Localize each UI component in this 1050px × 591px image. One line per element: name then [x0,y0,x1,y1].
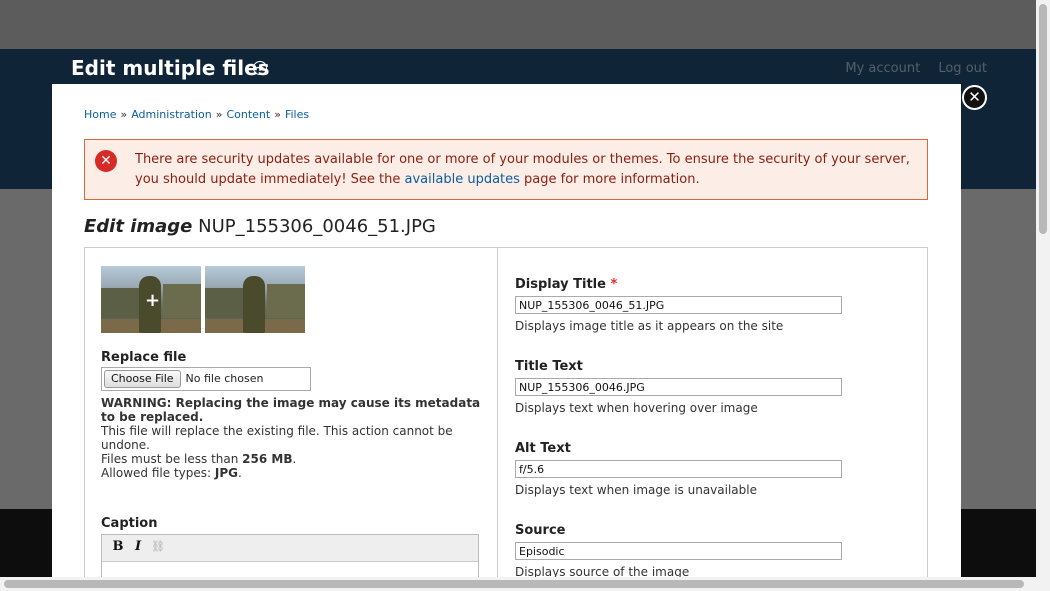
close-icon[interactable]: ✕ [962,85,987,110]
column-divider [497,248,498,577]
log-out-link[interactable]: Log out [938,61,987,76]
file-types-value: JPG [214,466,238,480]
user-links: My account Log out [831,61,987,76]
file-size-limit: 256 MB [242,452,293,466]
replace-file-input[interactable]: Choose File No file chosen [101,367,311,391]
replace-file-help: WARNING: Replacing the image may cause i… [101,396,481,480]
crosshair-icon: + [145,290,161,311]
page-title-file: NUP_155306_0046_51.JPG [198,216,436,237]
error-icon: ✕ [95,150,117,172]
title-text-input[interactable] [515,378,842,396]
source-description: Displays source of the image [515,565,690,577]
display-title-input[interactable] [515,296,842,314]
image-thumbnail-preview[interactable] [205,266,305,333]
add-shortcut-icon[interactable]: + [253,61,267,75]
breadcrumb: Home» Administration» Content» Files [84,108,310,121]
required-marker: * [610,277,618,292]
file-types-prefix: Allowed file types: [101,466,215,480]
link-icon[interactable]: ⛓ [148,540,168,553]
italic-icon[interactable]: I [128,539,148,554]
source-input[interactable] [515,542,842,560]
breadcrumb-home[interactable]: Home [84,108,116,121]
title-text-label: Title Text [515,359,583,374]
available-updates-link[interactable]: available updates [405,172,520,187]
file-size-prefix: Files must be less than [101,452,243,466]
edit-dialog: Home» Administration» Content» Files ✕ Ther… [52,84,961,577]
vertical-scrollbar[interactable] [1036,0,1050,577]
caption-label: Caption [101,516,158,531]
security-alert: ✕ There are security updates available f… [84,139,928,200]
alt-text-description: Displays text when image is unavailable [515,483,757,497]
image-thumbnail-original[interactable]: + [101,266,201,333]
alt-text-label: Alt Text [515,441,571,456]
my-account-link[interactable]: My account [845,61,920,76]
breadcrumb-content[interactable]: Content [226,108,270,121]
replace-file-label: Replace file [101,350,187,365]
horizontal-scrollbar[interactable] [0,577,1050,591]
background-page-title: Edit multiple files [71,56,270,80]
choose-file-button[interactable]: Choose File [104,370,181,388]
page-title: Edit image NUP_155306_0046_51.JPG [84,216,436,237]
display-title-description: Displays image title as it appears on th… [515,319,784,333]
alt-text-input[interactable] [515,460,842,478]
replace-warning: WARNING: Replacing the image may cause i… [101,396,481,424]
display-title-label-text: Display Title [515,277,606,292]
breadcrumb-files[interactable]: Files [285,108,309,121]
replace-warning-detail: This file will replace the existing file… [101,424,453,452]
bold-icon[interactable]: B [108,539,128,554]
source-label: Source [515,523,566,538]
horizontal-scrollbar-thumb[interactable] [4,580,1024,588]
edit-form: + Replace file Choose File No file chosen… [84,247,928,577]
no-file-text: No file chosen [185,372,264,385]
caption-editor[interactable]: B I ⛓ [101,534,479,577]
page-title-prefix: Edit image [84,216,193,237]
display-title-label: Display Title * [515,277,617,292]
background-top-bar [0,0,1050,49]
vertical-scrollbar-thumb[interactable] [1039,4,1047,234]
editor-toolbar: B I ⛓ [102,535,478,562]
title-text-description: Displays text when hovering over image [515,401,758,415]
breadcrumb-administration[interactable]: Administration [131,108,212,121]
alert-text-after: page for more information. [519,172,700,187]
